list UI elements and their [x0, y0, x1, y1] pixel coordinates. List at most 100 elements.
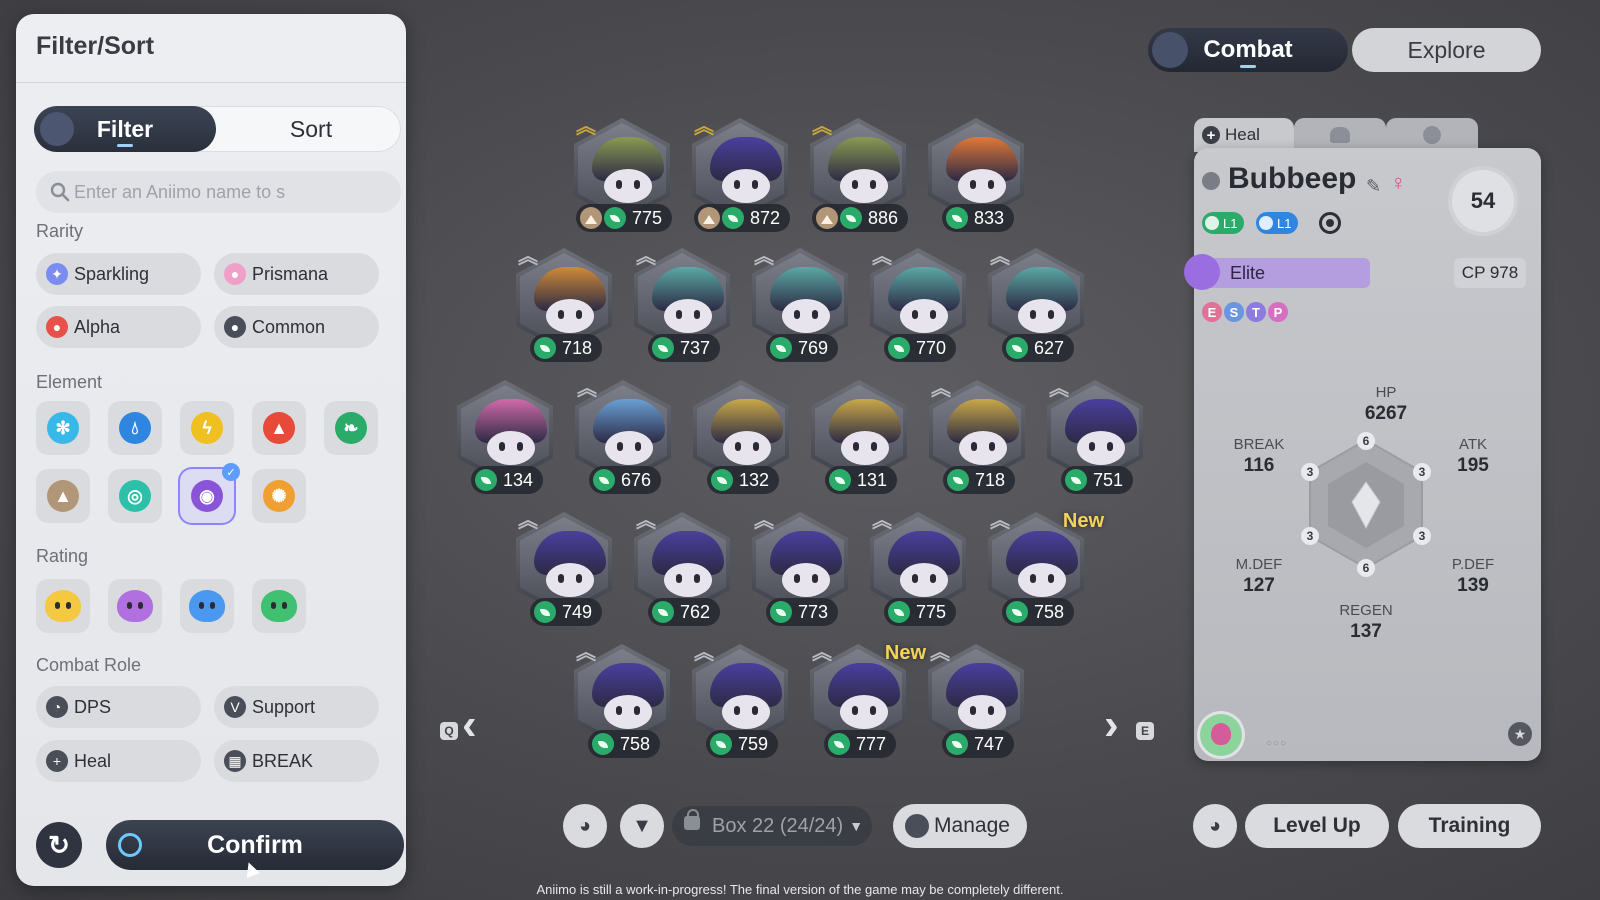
- grass-icon: [946, 733, 968, 755]
- grass-icon: [946, 207, 968, 229]
- rarity-common[interactable]: ● Common: [214, 306, 379, 348]
- prev-page-button[interactable]: ‹: [462, 700, 477, 750]
- aniimo-card[interactable]: ︽ 627: [986, 246, 1086, 366]
- checkmark-icon: ✓: [222, 463, 240, 481]
- aniimo-face: [664, 563, 712, 597]
- aniimo-card[interactable]: ︽ 762: [632, 511, 732, 630]
- aniimo-card[interactable]: ︽ 886: [808, 117, 909, 236]
- tab-role-heal[interactable]: + Heal: [1194, 118, 1294, 152]
- tab-info[interactable]: [1386, 118, 1478, 152]
- aniimo-card[interactable]: ︽ 773: [750, 511, 850, 630]
- grass-icon: [840, 207, 862, 229]
- rating-gold[interactable]: [36, 579, 90, 633]
- rating-green[interactable]: [252, 579, 306, 633]
- rarity-prismana[interactable]: ● Prismana: [214, 253, 379, 295]
- grass-icon: [534, 337, 556, 359]
- element-water[interactable]: 💧︎: [108, 401, 162, 455]
- aniimo-card[interactable]: ︽ 759: [690, 642, 790, 762]
- aniimo-card[interactable]: 132: [691, 380, 791, 498]
- search-bar[interactable]: [36, 171, 401, 213]
- aniimo-card[interactable]: ︽ 751: [1045, 379, 1145, 498]
- aniimo-card[interactable]: ︽ New 758: [986, 510, 1104, 630]
- radar-node: 3: [1413, 463, 1431, 481]
- radar-node: 3: [1301, 463, 1319, 481]
- rarity-alpha[interactable]: ● Alpha: [36, 306, 201, 348]
- trait-letter: E: [1202, 302, 1222, 322]
- aniimo-card[interactable]: 833: [926, 118, 1026, 236]
- tab-combat[interactable]: Combat: [1148, 28, 1348, 72]
- aniimo-card[interactable]: ︽ 747: [926, 643, 1026, 762]
- star-icon: ★: [1513, 725, 1527, 742]
- element-wind[interactable]: ◎: [108, 469, 162, 523]
- aniimo-card[interactable]: ︽ New 777: [808, 642, 926, 762]
- aniimo-card[interactable]: ︽ 775: [572, 117, 673, 236]
- element-psychic[interactable]: ◉ ✓: [180, 463, 240, 523]
- companion-button-2[interactable]: ◕: [1193, 804, 1237, 848]
- box-selector[interactable]: Box 22 (24/24) ▼: [672, 806, 872, 846]
- aniimo-card[interactable]: ︽ 769: [750, 246, 850, 366]
- refresh-icon: ↻: [48, 829, 70, 860]
- role-heal[interactable]: + Heal: [36, 740, 201, 782]
- aniimo-card[interactable]: ︽ 718: [514, 247, 614, 366]
- tab-sort[interactable]: Sort: [221, 106, 401, 152]
- element-ice[interactable]: ✻: [36, 401, 90, 455]
- element-grass[interactable]: ❧: [324, 401, 378, 455]
- cp-label: 833: [942, 204, 1015, 232]
- aniimo-card[interactable]: ︽ 737: [632, 247, 732, 366]
- aniimo-card[interactable]: ︽ 718: [927, 379, 1027, 498]
- filter-sort-toggle: Filter Sort: [34, 106, 401, 152]
- role-dps[interactable]: ◔ DPS: [36, 686, 201, 728]
- rename-button[interactable]: ✎: [1366, 176, 1381, 197]
- rating-blue[interactable]: [180, 579, 234, 633]
- rank-chevron-icon: ︽: [694, 642, 714, 664]
- rarity-sparkling[interactable]: ✦ Sparkling: [36, 253, 201, 295]
- aniimo-card[interactable]: ︽ 758: [572, 643, 672, 762]
- chip-label: Common: [252, 316, 326, 337]
- grass-icon: [475, 469, 497, 491]
- rank-chevron-icon: ︽: [812, 642, 832, 664]
- element-electric[interactable]: ϟ: [180, 401, 234, 455]
- aniimo-face: [546, 299, 594, 333]
- grass-icon: [711, 469, 733, 491]
- grass-icon: [652, 337, 674, 359]
- tab-filter[interactable]: Filter: [34, 106, 216, 152]
- gamepad-button-icon: [118, 833, 142, 857]
- filter-button[interactable]: ▼: [620, 804, 664, 848]
- rating-purple[interactable]: [108, 579, 162, 633]
- role-break[interactable]: ▦ BREAK: [214, 740, 379, 782]
- egg-icon[interactable]: [1200, 714, 1242, 756]
- aniimo-card[interactable]: ︽ 770: [868, 247, 968, 366]
- tab-explore[interactable]: Explore: [1352, 28, 1541, 72]
- stat-regen: REGEN 137: [1326, 602, 1406, 643]
- companion-button[interactable]: ◕: [563, 804, 607, 848]
- cp-label: 770: [884, 334, 957, 362]
- element-light[interactable]: ✺: [252, 469, 306, 523]
- aniimo-card[interactable]: ︽ 676: [573, 379, 673, 498]
- tab-skills[interactable]: [1294, 118, 1386, 152]
- aniimo-card[interactable]: ︽ 872: [690, 117, 791, 236]
- role-support[interactable]: V Support: [214, 686, 379, 728]
- level-up-button[interactable]: Level Up: [1245, 804, 1389, 848]
- aniimo-card[interactable]: ︽ 749: [514, 511, 614, 630]
- skill-badge-grass: L1: [1202, 212, 1245, 234]
- reset-button[interactable]: ↻: [36, 822, 82, 868]
- divider: [16, 82, 406, 83]
- favorite-button[interactable]: ★: [1508, 722, 1532, 746]
- psychic-icon: ◉: [191, 480, 223, 512]
- manage-button[interactable]: Manage: [893, 804, 1027, 848]
- element-rock[interactable]: ▲: [36, 469, 90, 523]
- search-input[interactable]: [74, 181, 334, 203]
- aniimo-card[interactable]: 134: [455, 380, 555, 498]
- next-page-button[interactable]: ›: [1104, 700, 1119, 750]
- rank-chevron-icon: ︽: [990, 510, 1010, 532]
- training-button[interactable]: Training: [1398, 804, 1541, 848]
- aniimo-card[interactable]: ︽ 775: [868, 510, 968, 630]
- water-icon: 💧︎: [119, 412, 151, 444]
- rank-chevron-icon: ︽: [872, 510, 892, 532]
- cp-label: 627: [1002, 334, 1075, 362]
- rock-icon: [580, 207, 602, 229]
- aniimo-card[interactable]: 131: [809, 380, 909, 498]
- rank-chevron-icon: ︽: [990, 246, 1010, 268]
- element-fire[interactable]: ▲: [252, 401, 306, 455]
- rank-chevron-icon: ︽: [754, 246, 774, 268]
